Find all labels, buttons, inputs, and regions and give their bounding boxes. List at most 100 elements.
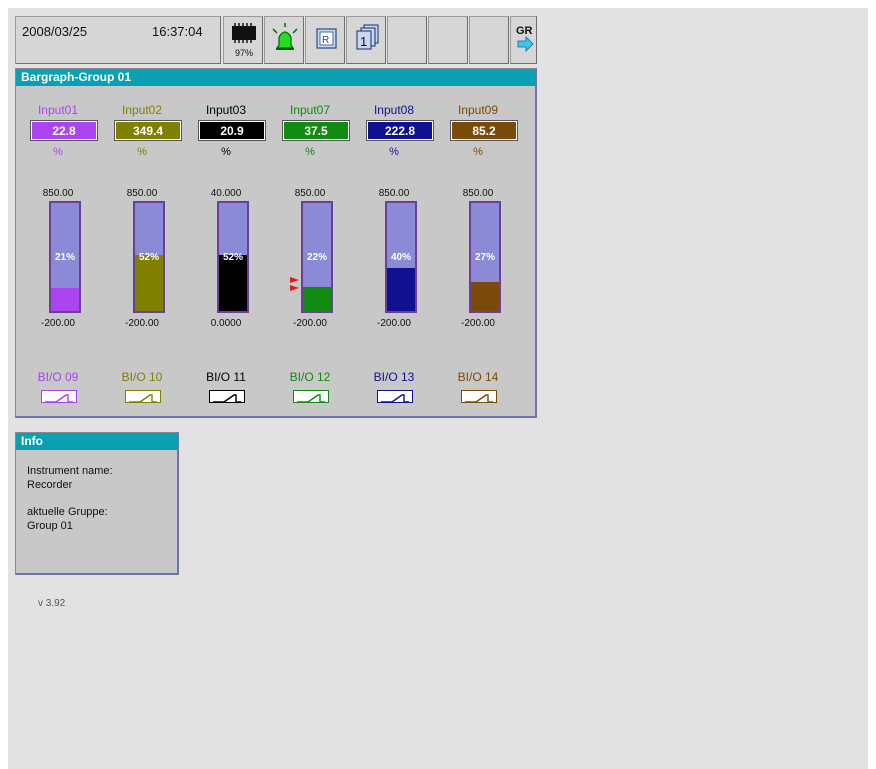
memory-percent: 97% <box>234 48 253 58</box>
digital-signal-icon <box>377 390 413 403</box>
scale-max: 40.000 <box>210 188 242 199</box>
alarm-button[interactable] <box>264 16 304 64</box>
channel-column[interactable]: Input08 222.8% 850.00 40% -200.00 BI/O 13 <box>352 87 436 417</box>
scale-max: 850.00 <box>294 188 326 199</box>
gr-button[interactable]: GR <box>510 16 537 64</box>
bio-label: BI/O 13 <box>373 370 415 384</box>
svg-text:R: R <box>322 35 329 46</box>
digital-signal-icon <box>293 390 329 403</box>
instrument-name-value: Recorder <box>27 479 73 491</box>
channel-unit: % <box>53 146 63 158</box>
bargraph: 40% <box>385 201 417 313</box>
channel-unit: % <box>305 146 315 158</box>
bargraph: 22% <box>301 201 333 313</box>
bargraph: 52% <box>217 201 249 313</box>
scale-max: 850.00 <box>126 188 158 199</box>
digital-signal-icon <box>209 390 245 403</box>
group-select-button[interactable]: 1 <box>346 16 386 64</box>
bargraph: 52% <box>133 201 165 313</box>
bio-label: BI/O 09 <box>37 370 79 384</box>
channel-name: Input09 <box>457 103 499 117</box>
time-text: 16:37:04 <box>152 24 203 39</box>
bar-fill <box>387 267 415 311</box>
report-button[interactable]: R <box>305 16 345 64</box>
channel-unit: % <box>221 146 231 158</box>
bar-percent: 22% <box>306 252 327 263</box>
svg-text:1: 1 <box>360 34 367 49</box>
channel-column[interactable]: Input01 22.8% 850.00 21% -200.00 BI/O 09 <box>16 87 100 417</box>
bargraph: 21% <box>49 201 81 313</box>
bargraph-panel: Bargraph-Group 01 Input01 22.8% 850.00 21% -… <box>15 68 537 418</box>
channel-value: 349.4 <box>114 120 182 141</box>
signal-step-icon <box>45 394 73 403</box>
channel-name: Input02 <box>121 103 163 117</box>
panel-title: Bargraph-Group 01 <box>16 69 535 86</box>
alarm-marker-icon <box>290 275 300 295</box>
digital-signal-icon <box>461 390 497 403</box>
channel-unit: % <box>473 146 483 158</box>
channel-column[interactable]: Input07 37.5% 850.00 22% -200.00 BI/O 12 <box>268 87 352 417</box>
bio-label: BI/O 14 <box>457 370 499 384</box>
channel-name: Input08 <box>373 103 415 117</box>
info-title: Info <box>16 433 177 450</box>
bio-label: BI/O 10 <box>121 370 163 384</box>
channel-value: 37.5 <box>282 120 350 141</box>
group-pages-icon: 1 <box>356 24 379 50</box>
channel-name: Input07 <box>289 103 331 117</box>
signal-step-icon <box>465 394 493 403</box>
current-group-label: aktuelle Gruppe: <box>27 506 108 518</box>
signal-step-icon <box>297 394 325 403</box>
digital-signal-icon <box>41 390 77 403</box>
scale-min: -200.00 <box>293 318 327 329</box>
bar-fill <box>51 288 79 311</box>
channel-name: Input01 <box>37 103 79 117</box>
scale-min: -200.00 <box>41 318 75 329</box>
scale-min: -200.00 <box>461 318 495 329</box>
bar-percent: 52% <box>138 252 159 263</box>
top-toolbar: 2008/03/25 16:37:04 97% R 1 GR <box>15 16 537 68</box>
scale-min: -200.00 <box>377 318 411 329</box>
signal-step-icon <box>381 394 409 403</box>
memory-card-icon <box>232 23 256 43</box>
channel-column[interactable]: Input03 20.9% 40.000 52% 0.0000 BI/O 11 <box>184 87 268 417</box>
scale-max: 850.00 <box>378 188 410 199</box>
bar-fill <box>303 287 331 311</box>
channel-value: 20.9 <box>198 120 266 141</box>
bar-percent: 27% <box>474 252 495 263</box>
bar-fill <box>471 281 499 311</box>
datetime-display: 2008/03/25 16:37:04 <box>15 16 221 64</box>
bar-fill <box>135 254 163 311</box>
bargraph: 27% <box>469 201 501 313</box>
date-text: 2008/03/25 <box>22 24 88 39</box>
alarm-bell-icon <box>272 23 298 50</box>
report-icon: R <box>316 28 337 49</box>
scale-max: 850.00 <box>462 188 494 199</box>
bar-percent: 40% <box>390 252 411 263</box>
channel-column[interactable]: Input09 85.2% 850.00 27% -200.00 BI/O 14 <box>436 87 520 417</box>
channel-unit: % <box>137 146 147 158</box>
channel-value: 222.8 <box>366 120 434 141</box>
bar-percent: 21% <box>54 252 75 263</box>
bar-percent: 52% <box>222 252 243 263</box>
channel-value: 22.8 <box>30 120 98 141</box>
channel-name: Input03 <box>205 103 247 117</box>
scale-min: -200.00 <box>125 318 159 329</box>
memory-button[interactable]: 97% <box>223 16 263 64</box>
version-text: v 3.92 <box>38 598 66 609</box>
info-panel: Info Instrument name: Recorder aktuelle … <box>15 432 179 575</box>
bio-label: BI/O 12 <box>289 370 331 384</box>
empty-toolbar-slot[interactable] <box>387 16 427 64</box>
instrument-name-label: Instrument name: <box>27 465 113 477</box>
channel-unit: % <box>389 146 399 158</box>
signal-step-icon <box>129 394 157 403</box>
arrow-right-icon <box>517 36 534 52</box>
scale-min: 0.0000 <box>210 318 242 329</box>
signal-step-icon <box>213 394 241 403</box>
empty-toolbar-slot[interactable] <box>469 16 509 64</box>
channel-column[interactable]: Input02 349.4% 850.00 52% -200.00 BI/O 10 <box>100 87 184 417</box>
empty-toolbar-slot[interactable] <box>428 16 468 64</box>
channel-value: 85.2 <box>450 120 518 141</box>
digital-signal-icon <box>125 390 161 403</box>
scale-max: 850.00 <box>42 188 74 199</box>
current-group-value: Group 01 <box>27 520 73 532</box>
